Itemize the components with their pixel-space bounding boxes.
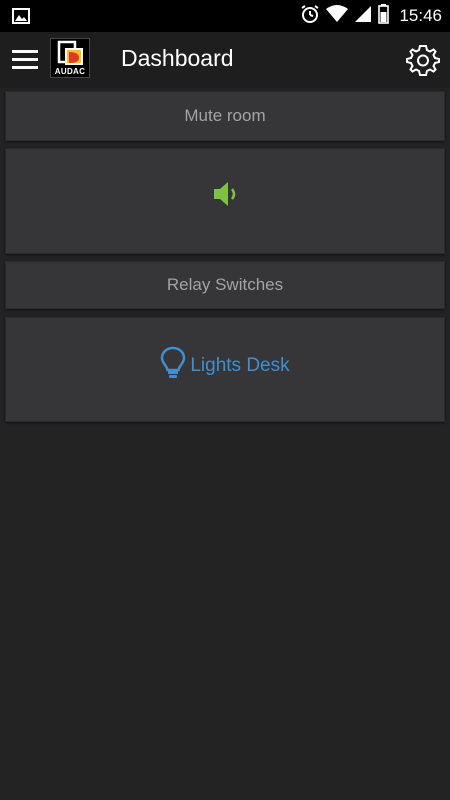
status-bar: 15:46 bbox=[0, 0, 450, 32]
status-time: 15:46 bbox=[399, 6, 442, 25]
settings-gear-icon[interactable] bbox=[406, 43, 440, 77]
wifi-icon bbox=[326, 4, 349, 28]
mute-room-title: Mute room bbox=[184, 106, 266, 125]
logo-text: AUDAC bbox=[54, 67, 86, 76]
app-screen: 15:46 AUDAC Dashboard Mute room Relay Sw… bbox=[0, 0, 450, 800]
relay-switches-header-card: Relay Switches bbox=[5, 261, 445, 309]
lights-desk-label: Lights Desk bbox=[190, 354, 290, 376]
battery-icon bbox=[378, 3, 390, 29]
app-header: AUDAC Dashboard bbox=[0, 32, 450, 88]
speaker-volume-icon bbox=[212, 179, 242, 214]
image-icon bbox=[12, 7, 30, 25]
mute-room-header-card: Mute room bbox=[5, 91, 445, 141]
mute-room-button[interactable] bbox=[5, 148, 445, 254]
alarm-icon bbox=[300, 4, 320, 29]
hamburger-menu-icon[interactable] bbox=[10, 46, 40, 74]
lights-desk-row: Lights Desk bbox=[6, 346, 444, 385]
audac-logo: AUDAC bbox=[50, 38, 90, 78]
lights-desk-button[interactable]: Lights Desk bbox=[5, 317, 445, 422]
lightbulb-icon bbox=[160, 346, 186, 385]
signal-icon bbox=[354, 5, 372, 28]
page-title: Dashboard bbox=[121, 45, 234, 71]
status-icons: 15:46 bbox=[300, 0, 442, 32]
relay-switches-title: Relay Switches bbox=[166, 275, 284, 294]
